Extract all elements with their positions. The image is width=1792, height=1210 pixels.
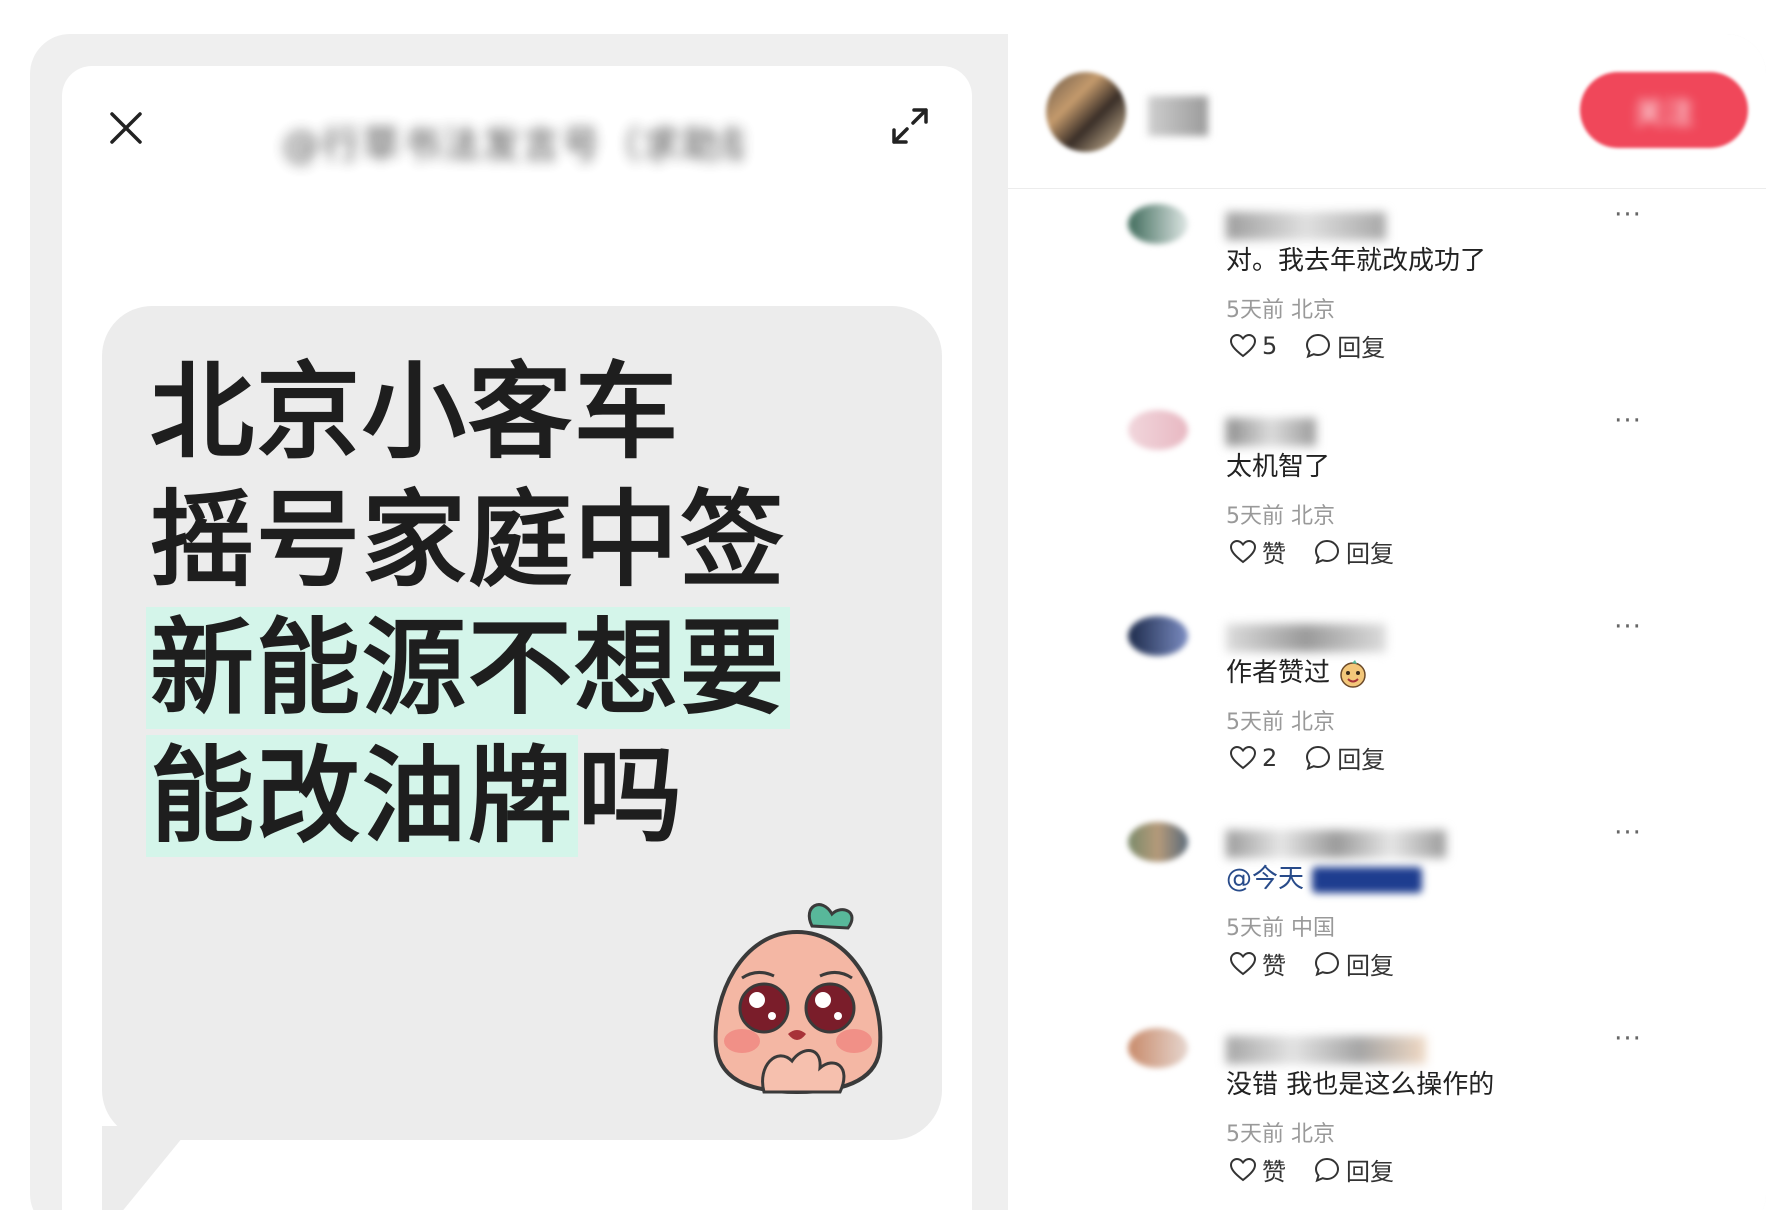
like-button[interactable]: 赞	[1230, 946, 1286, 981]
comment-icon	[1314, 1157, 1340, 1182]
more-button[interactable]: ···	[1608, 406, 1648, 436]
reply-button[interactable]: 回复	[1305, 328, 1385, 363]
follow-button[interactable]: 关注	[1580, 72, 1748, 148]
comment-icon	[1314, 539, 1340, 564]
commenter-name[interactable]	[1226, 624, 1386, 652]
comment-icon	[1314, 951, 1340, 976]
comment-icon	[1306, 745, 1331, 770]
like-button[interactable]: 2	[1230, 744, 1277, 772]
smiley-emoji-icon	[1340, 659, 1367, 688]
reply-label: 回复	[1337, 334, 1386, 362]
commenter-avatar[interactable]	[1128, 204, 1188, 244]
comment-meta: 5天前 北京	[1226, 504, 1335, 529]
author-avatar[interactable]	[1046, 72, 1126, 152]
comment-icon	[1306, 333, 1331, 358]
author-name[interactable]	[1148, 96, 1208, 136]
headline-highlight-2: 能改油牌	[146, 735, 579, 857]
comment-list: ··· 对。我去年就改成功了 5天前 北京 5 回复 ··· 太机智了 5天前 …	[1008, 194, 1766, 1210]
comment-meta: 5天前 北京	[1226, 1122, 1335, 1147]
heart-icon	[1230, 951, 1256, 975]
more-button[interactable]: ···	[1608, 612, 1648, 642]
commenter-avatar[interactable]	[1128, 410, 1188, 450]
like-button[interactable]: 5	[1230, 332, 1277, 360]
like-count: 赞	[1262, 952, 1286, 980]
like-count: 赞	[1262, 540, 1286, 568]
headline-highlight-1: 新能源不想要	[146, 607, 791, 729]
comment-item: ··· 对。我去年就改成功了 5天前 北京 5 回复	[1008, 194, 1766, 400]
comment-text: 太机智了	[1226, 452, 1331, 482]
comment-actions: 赞 回复	[1230, 1152, 1394, 1187]
comment-item: ··· @今天 5天前 中国 赞 回复	[1008, 812, 1766, 1018]
comment-item: ··· 没错 我也是这么操作的 5天前 北京 赞 回复	[1008, 1018, 1766, 1210]
more-button[interactable]: ···	[1608, 200, 1648, 230]
post-title: @行草书法发言号（求助版）	[282, 123, 742, 167]
follow-label: 关注	[1634, 96, 1694, 131]
comment-meta: 5天前 北京	[1226, 710, 1335, 735]
comment-meta: 5天前 北京	[1226, 298, 1335, 323]
headline-line-3: 新能源不想要	[146, 604, 791, 732]
commenter-name[interactable]	[1226, 830, 1446, 858]
headline-line-2: 摇号家庭中签	[150, 479, 787, 601]
comment-text: 作者赞过	[1226, 652, 1368, 689]
comment-text: 对。我去年就改成功了	[1226, 246, 1487, 276]
modal-frame: @行草书法发言号（求助版） 北京小客车 摇号家庭中签 新能源不想要 能改油牌吗	[30, 34, 1766, 1210]
heart-icon	[1230, 539, 1256, 563]
post-image-card: 北京小客车 摇号家庭中签 新能源不想要 能改油牌吗	[102, 306, 942, 1140]
reply-button[interactable]: 回复	[1314, 946, 1394, 981]
headline-tail: 吗	[578, 735, 685, 857]
post-panel: @行草书法发言号（求助版） 北京小客车 摇号家庭中签 新能源不想要 能改油牌吗	[62, 66, 972, 1210]
reply-label: 回复	[1346, 952, 1394, 980]
comment-actions: 2 回复	[1230, 740, 1385, 775]
like-button[interactable]: 赞	[1230, 1152, 1286, 1187]
reply-button[interactable]: 回复	[1314, 534, 1394, 569]
post-headline: 北京小客车 摇号家庭中签 新能源不想要 能改油牌吗	[146, 348, 791, 860]
comment-text: 没错 我也是这么操作的	[1226, 1070, 1495, 1100]
expand-icon	[892, 108, 928, 144]
crying-peach-sticker	[713, 903, 883, 1095]
like-count: 5	[1262, 331, 1278, 360]
comment-actions: 5 回复	[1230, 328, 1385, 363]
reply-label: 回复	[1346, 1158, 1394, 1186]
reply-button[interactable]: 回复	[1305, 740, 1385, 775]
heart-icon	[1230, 333, 1256, 357]
commenter-avatar[interactable]	[1128, 616, 1188, 656]
reply-label: 回复	[1337, 746, 1386, 774]
bubble-tail	[102, 1126, 192, 1210]
more-button[interactable]: ···	[1608, 1024, 1648, 1054]
commenter-name[interactable]	[1226, 212, 1386, 240]
like-button[interactable]: 赞	[1230, 534, 1286, 569]
like-count: 赞	[1262, 1158, 1286, 1186]
commenter-avatar[interactable]	[1128, 1028, 1188, 1068]
commenter-name[interactable]	[1226, 1036, 1426, 1064]
heart-icon	[1230, 745, 1256, 769]
comment-text-label: 作者赞过	[1226, 658, 1331, 688]
comment-actions: 赞 回复	[1230, 534, 1394, 569]
close-button[interactable]	[102, 104, 150, 152]
author-header: 关注	[1008, 34, 1766, 189]
reply-button[interactable]: 回复	[1314, 1152, 1394, 1187]
comment-actions: 赞 回复	[1230, 946, 1394, 981]
comment-meta: 5天前 中国	[1226, 916, 1335, 941]
close-icon	[110, 112, 142, 144]
expand-button[interactable]	[884, 100, 936, 152]
mention-mask	[1312, 866, 1423, 893]
comment-item: ··· 作者赞过 5天前 北京 2 回复	[1008, 606, 1766, 812]
commenter-name[interactable]	[1226, 418, 1316, 446]
headline-line-4: 能改油牌吗	[146, 732, 790, 860]
more-button[interactable]: ···	[1608, 818, 1648, 848]
mention-link[interactable]: @今天	[1226, 864, 1304, 894]
comments-panel: 关注 ··· 对。我去年就改成功了 5天前 北京 5 回复 ··· 太机智了 5…	[1008, 34, 1766, 1210]
commenter-avatar[interactable]	[1128, 822, 1188, 862]
comment-text: @今天	[1226, 858, 1423, 895]
heart-icon	[1230, 1157, 1256, 1181]
headline-line-1: 北京小客车	[150, 351, 681, 473]
like-count: 2	[1262, 743, 1278, 772]
reply-label: 回复	[1346, 540, 1394, 568]
comment-item: ··· 太机智了 5天前 北京 赞 回复	[1008, 400, 1766, 606]
